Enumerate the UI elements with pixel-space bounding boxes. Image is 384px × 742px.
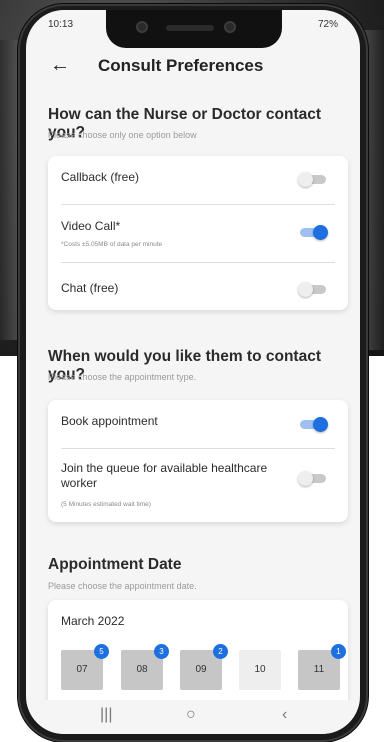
date-number: 09 [195, 664, 207, 675]
option-label: Book appointment [61, 414, 158, 428]
date-chip-07[interactable]: 07 5 [61, 644, 109, 690]
appointment-date-title: Appointment Date [48, 556, 182, 573]
sensor-dot [224, 21, 236, 33]
book-appointment-toggle[interactable] [300, 417, 328, 432]
page-title: Consult Preferences [98, 56, 264, 75]
option-chat[interactable]: Chat (free) [48, 263, 348, 310]
phone-frame: 10:13 72% ← Consult Preferences How can … [18, 4, 368, 742]
video-call-toggle[interactable] [300, 225, 328, 240]
camera-notch [106, 10, 282, 48]
speaker-grille [166, 25, 214, 31]
camera-dot [136, 21, 148, 33]
option-label: Join the queue for available healthcare … [61, 461, 268, 490]
option-note: (5 Minutes estimated wait time) [61, 501, 151, 508]
option-label: Video Call* [61, 219, 121, 233]
date-number: 11 [313, 664, 325, 675]
back-nav-icon[interactable]: ‹ [282, 706, 287, 724]
month-label: March 2022 [61, 614, 125, 628]
available-slots-badge: 1 [331, 644, 346, 659]
appointment-type-card: Book appointment Join the queue for avai… [48, 400, 348, 522]
date-number: 07 [76, 664, 88, 675]
back-arrow-icon[interactable]: ← [50, 54, 70, 77]
option-book-appointment[interactable]: Book appointment [48, 400, 348, 448]
phone-screen: 10:13 72% ← Consult Preferences How can … [26, 10, 360, 734]
option-callback[interactable]: Callback (free) [48, 156, 348, 204]
join-queue-toggle[interactable] [298, 471, 326, 486]
contact-method-card: Callback (free) Video Call* *Costs ±5.05… [48, 156, 348, 310]
available-slots-badge: 3 [154, 644, 169, 659]
option-label: Callback (free) [61, 170, 140, 184]
option-join-queue[interactable]: Join the queue for available healthcare … [48, 449, 348, 522]
date-chip-08[interactable]: 08 3 [121, 644, 169, 690]
app-header: ← Consult Preferences [26, 46, 360, 90]
appointment-date-subtitle: Please choose the appointment date. [48, 581, 197, 591]
recents-nav-icon[interactable]: ||| [100, 706, 112, 724]
date-chip-10[interactable]: 10 [239, 650, 281, 690]
chat-toggle[interactable] [298, 282, 326, 297]
date-chip-11[interactable]: 11 1 [298, 644, 346, 690]
callback-toggle[interactable] [298, 172, 326, 187]
available-slots-badge: 5 [94, 644, 109, 659]
option-note: *Costs ±5.05MB of data per minute [61, 241, 163, 248]
date-number: 08 [136, 664, 148, 675]
available-slots-badge: 2 [213, 644, 228, 659]
option-video-call[interactable]: Video Call* *Costs ±5.05MB of data per m… [48, 205, 348, 263]
date-number: 10 [254, 664, 266, 675]
system-nav-bar: ||| ○ ‹ [26, 700, 360, 734]
status-time: 10:13 [48, 19, 74, 30]
home-nav-icon[interactable]: ○ [186, 706, 196, 724]
status-battery: 72% [317, 19, 338, 30]
contact-method-subtitle: Please choose only one option below [48, 130, 197, 140]
contact-time-subtitle: Please choose the appointment type. [48, 372, 197, 382]
option-label: Chat (free) [61, 281, 119, 295]
date-chip-09[interactable]: 09 2 [180, 644, 228, 690]
